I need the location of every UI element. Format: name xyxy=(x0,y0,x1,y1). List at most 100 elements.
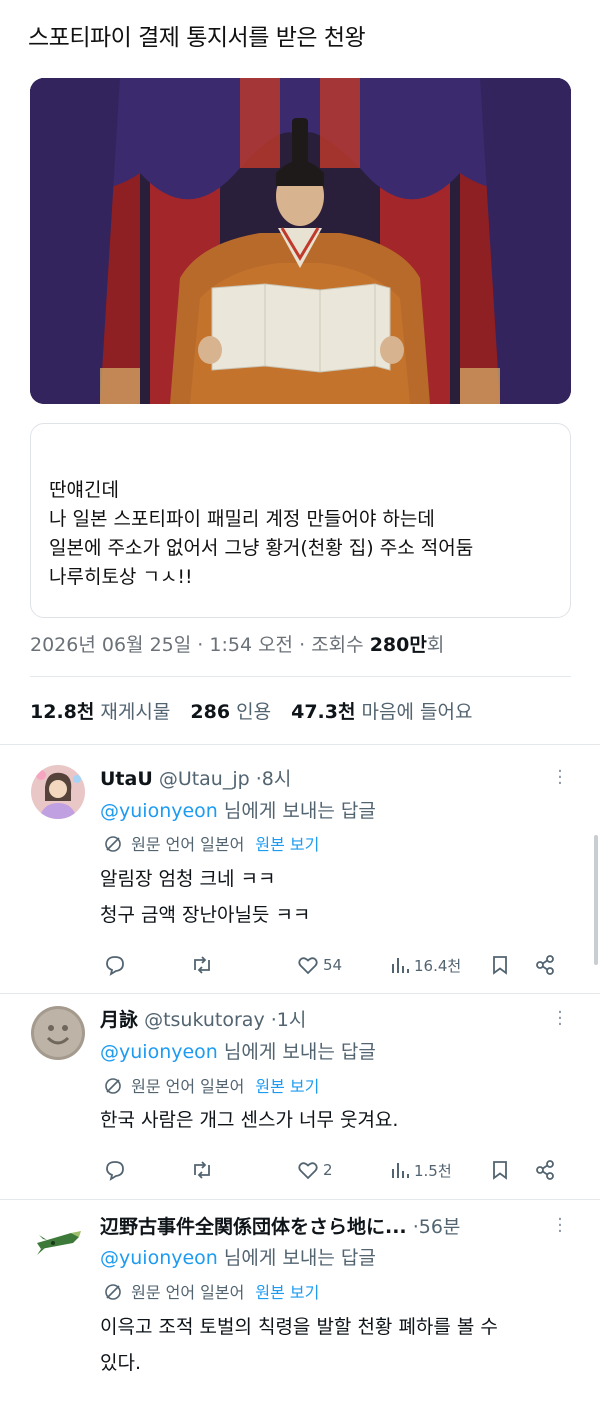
reply-body-line: 알림장 엄청 크네 ㅋㅋ xyxy=(100,868,276,890)
reply-icon xyxy=(106,956,124,976)
quotes-stat[interactable]: 286 인용 xyxy=(190,701,271,723)
reply-body: 이윽고 조적 토벌의 칙령을 발할 천황 폐하를 볼 수 있다. xyxy=(100,1309,498,1381)
views-button[interactable]: 1.5천 xyxy=(390,1157,452,1183)
reply-button[interactable] xyxy=(104,1157,126,1183)
reply-header: 辺野古事件全関係団体をさら地に... ·56분 xyxy=(100,1212,460,1239)
reply-body: 알림장 엄청 크네 ㅋㅋ 청구 금액 장난아닐듯 ㅋㅋ xyxy=(100,861,310,933)
repost-button[interactable] xyxy=(190,952,214,978)
quote-line: 일본에 주소가 없어서 그냥 황거(천황 집) 주소 적어둠 xyxy=(49,537,474,559)
translation-label: 원문 언어 일본어 xyxy=(131,835,245,854)
repost-icon xyxy=(194,1161,210,1179)
reply-to-line: @yuionyeon 님에게 보내는 답글 xyxy=(100,1243,376,1270)
post-time: 1:54 오전 xyxy=(209,634,294,656)
more-icon[interactable]: · · · xyxy=(553,1211,567,1241)
reply-time[interactable]: 1시 xyxy=(277,1009,307,1031)
reply-author-name[interactable]: 辺野古事件全関係団体をさら地に... xyxy=(100,1216,407,1238)
reposts-count: 12.8천 xyxy=(30,701,95,723)
post-date: 2026년 06월 25일 xyxy=(30,634,192,656)
reply-to-mention[interactable]: @yuionyeon xyxy=(100,1247,218,1269)
repost-button[interactable] xyxy=(190,1157,214,1183)
meta-separator: · xyxy=(197,634,204,656)
reply-body-line: 한국 사람은 개그 센스가 너무 웃겨요. xyxy=(100,1109,399,1131)
views-count: 1.5천 xyxy=(414,1161,452,1180)
avatar[interactable] xyxy=(31,765,85,819)
like-icon xyxy=(298,1162,318,1180)
quotes-count: 286 xyxy=(190,701,231,723)
repost-icon xyxy=(194,956,210,974)
post-headline: 스포티파이 결제 통지서를 받은 천왕 xyxy=(28,25,366,51)
likes-label: 마음에 들어요 xyxy=(361,701,473,723)
reply-button[interactable] xyxy=(104,952,126,978)
like-icon xyxy=(298,957,318,975)
views-unit: 회 xyxy=(426,634,445,656)
more-icon[interactable]: · · · xyxy=(553,763,567,793)
translation-line: 원문 언어 일본어 원본 보기 xyxy=(104,831,319,857)
reply-header: UtaU @Utau_jp ·8시 xyxy=(100,764,291,791)
translate-icon xyxy=(104,1283,122,1305)
reposts-stat[interactable]: 12.8천 재게시물 xyxy=(30,701,170,723)
translate-icon xyxy=(104,835,122,857)
bookmark-button[interactable] xyxy=(490,1157,510,1183)
reply-author-name[interactable]: UtaU xyxy=(100,768,153,790)
divider xyxy=(30,676,571,677)
views-count: 16.4천 xyxy=(414,956,462,975)
scrollbar[interactable] xyxy=(594,835,598,965)
views-label: 조회수 xyxy=(311,634,364,656)
reply-icon xyxy=(106,1161,124,1181)
like-button[interactable]: 2 xyxy=(297,1157,333,1183)
quote-line: 나루히토상 ㄱㅅ!! xyxy=(49,566,193,588)
share-button[interactable] xyxy=(534,952,556,978)
view-original-link[interactable]: 원본 보기 xyxy=(255,1283,319,1302)
reply-to-suffix: 님에게 보내는 답글 xyxy=(223,1041,376,1063)
reply-time[interactable]: 56분 xyxy=(419,1216,461,1238)
like-button[interactable]: 54 xyxy=(297,952,342,978)
views-icon xyxy=(392,958,409,973)
reply-header: 月詠 @tsukutoray ·1시 xyxy=(100,1005,306,1032)
likes-count: 47.3천 xyxy=(291,701,356,723)
reply-author-handle[interactable]: @tsukutoray xyxy=(144,1009,265,1031)
reply-to-mention[interactable]: @yuionyeon xyxy=(100,800,218,822)
reply-actions: 54 16.4천 xyxy=(100,952,570,978)
post-photo[interactable] xyxy=(30,78,571,404)
reply-author-handle[interactable]: @Utau_jp xyxy=(159,768,250,790)
view-original-link[interactable]: 원본 보기 xyxy=(255,835,319,854)
views-icon xyxy=(392,1163,409,1178)
share-button[interactable] xyxy=(534,1157,556,1183)
translation-label: 원문 언어 일본어 xyxy=(131,1077,245,1096)
quote-line: 딴얘긴데 xyxy=(49,479,119,501)
reposts-label: 재게시물 xyxy=(100,701,171,723)
avatar[interactable] xyxy=(31,1213,85,1267)
reply-actions: 2 1.5천 xyxy=(100,1157,570,1183)
avatar[interactable] xyxy=(31,1006,85,1060)
translation-line: 원문 언어 일본어 원본 보기 xyxy=(104,1073,319,1099)
reply-to-suffix: 님에게 보내는 답글 xyxy=(223,1247,376,1269)
likes-stat[interactable]: 47.3천 마음에 들어요 xyxy=(291,701,472,723)
meta-separator: · xyxy=(299,634,306,656)
reply-body-line: 이윽고 조적 토벌의 칙령을 발할 천황 폐하를 볼 수 xyxy=(100,1316,498,1338)
more-icon[interactable]: · · · xyxy=(553,1004,567,1034)
bookmark-icon xyxy=(493,1161,507,1180)
like-count: 54 xyxy=(323,956,343,974)
views-value: 280만 xyxy=(369,634,427,656)
share-icon xyxy=(536,1160,554,1180)
reply-body: 한국 사람은 개그 센스가 너무 웃겨요. xyxy=(100,1102,398,1138)
like-count: 2 xyxy=(323,1161,333,1179)
views-button[interactable]: 16.4천 xyxy=(390,952,461,978)
translation-line: 원문 언어 일본어 원본 보기 xyxy=(104,1279,319,1305)
share-icon xyxy=(536,955,554,975)
bookmark-button[interactable] xyxy=(490,952,510,978)
translation-label: 원문 언어 일본어 xyxy=(131,1283,245,1302)
bookmark-icon xyxy=(493,956,507,975)
quoted-text-card[interactable]: 딴얘긴데 나 일본 스포티파이 패밀리 계정 만들어야 하는데 일본에 주소가 … xyxy=(30,423,571,618)
post-stats: 12.8천 재게시물 286 인용 47.3천 마음에 들어요 xyxy=(30,697,472,724)
reply-to-line: @yuionyeon 님에게 보내는 답글 xyxy=(100,796,376,823)
post-meta: 2026년 06월 25일 · 1:54 오전 · 조회수 280만회 xyxy=(30,630,444,657)
divider xyxy=(0,993,600,994)
divider xyxy=(0,1199,600,1200)
quote-line: 나 일본 스포티파이 패밀리 계정 만들어야 하는데 xyxy=(49,508,435,530)
reply-author-name[interactable]: 月詠 xyxy=(100,1009,138,1031)
reply-body-line: 있다. xyxy=(100,1352,141,1374)
view-original-link[interactable]: 원본 보기 xyxy=(255,1077,319,1096)
reply-to-mention[interactable]: @yuionyeon xyxy=(100,1041,218,1063)
reply-time[interactable]: 8시 xyxy=(262,768,292,790)
